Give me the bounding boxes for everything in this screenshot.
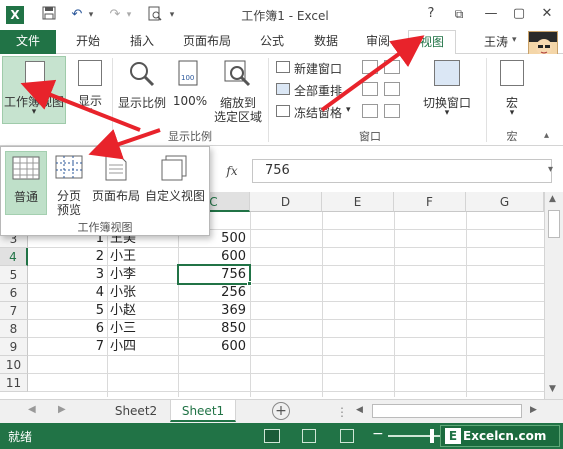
arrow-to-view-tab [320, 35, 425, 112]
annotation-arrows [20, 35, 425, 160]
arrow-to-workbook-views [20, 79, 141, 132]
arrow-to-normal-view [88, 128, 161, 160]
